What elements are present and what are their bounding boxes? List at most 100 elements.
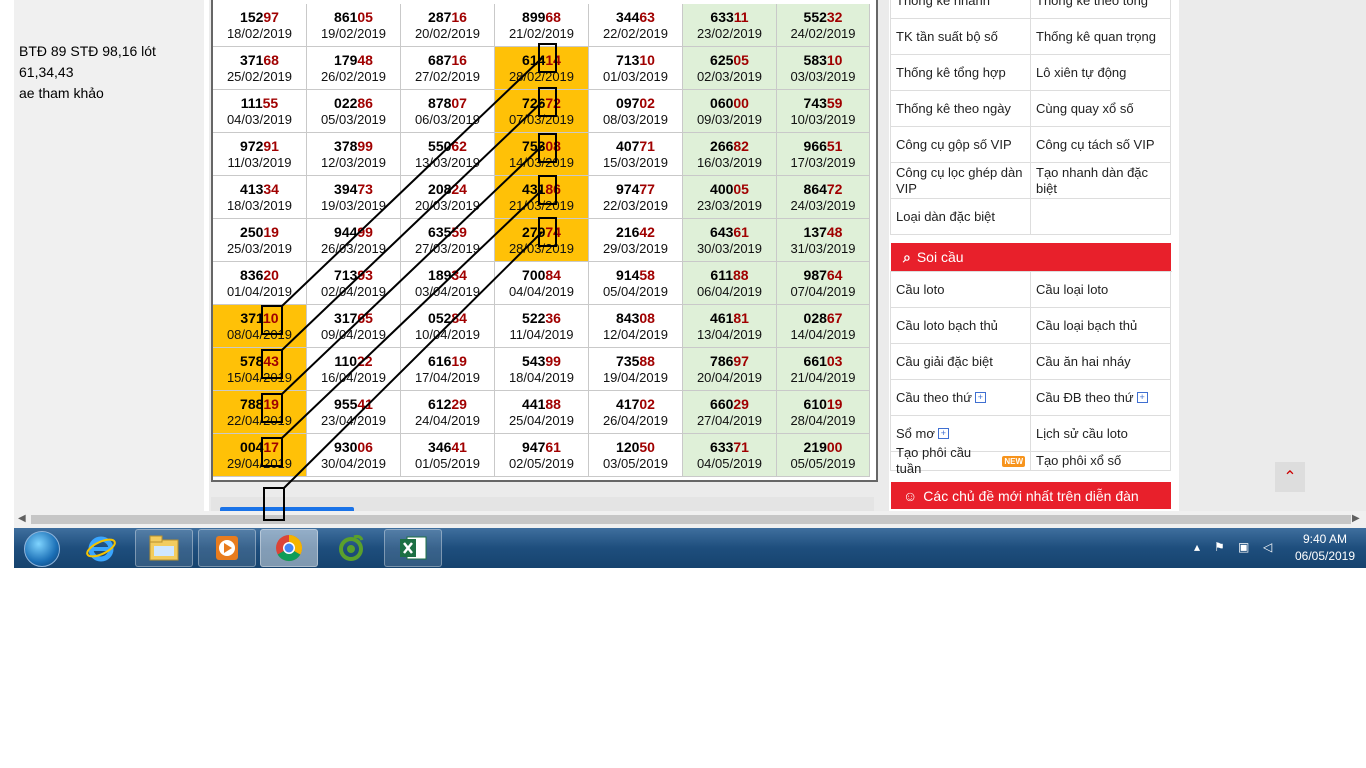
scroll-left-icon[interactable]: ◀ [18,513,26,524]
soi-cau-link[interactable]: Cầu theo thứ + [891,380,1031,416]
soi-cau-link[interactable]: Lịch sử cầu loto [1031,416,1171,452]
stats-link[interactable]: Lô xiên tự động [1031,55,1171,91]
result-cell: 54399 18/04/2019 [495,348,589,391]
action-center-icon[interactable]: ⚑ [1214,540,1225,554]
stats-link[interactable]: Công cụ lọc ghép dàn VIP [891,163,1031,199]
expand-plus-icon[interactable]: + [1136,392,1148,403]
result-cell: 41334 18/03/2019 [213,176,307,219]
stats-link[interactable]: TK tần suất bộ số [891,19,1031,55]
show-hidden-icons-icon[interactable]: ▴ [1194,540,1200,554]
result-number: 74359 [777,95,869,112]
soi-cau-link[interactable]: Cầu loại bạch thủ [1031,308,1171,344]
content-gutter [881,0,889,511]
soi-cau-link[interactable]: Cầu ăn hai nháy [1031,344,1171,380]
soi-cau-link[interactable]: Cầu loại loto [1031,272,1171,308]
result-number: 62505 [683,52,776,69]
result-cell: 61414 28/02/2019 [495,47,589,90]
clock-time: 9:40 AM [1302,532,1348,546]
chrome-icon[interactable] [260,529,318,567]
number-head: 687 [428,52,452,68]
coccoc-icon[interactable] [322,529,380,567]
result-date: 06/03/2019 [414,112,481,127]
stats-link[interactable]: Cùng quay xổ số [1031,91,1171,127]
expand-plus-icon[interactable]: + [937,428,949,439]
number-head: 616 [428,353,452,369]
number-tail: 50 [639,439,655,455]
result-date: 05/05/2019 [790,456,856,471]
scrollbar-thumb[interactable] [31,515,1351,524]
result-cell: 86472 24/03/2019 [777,176,870,219]
result-number: 70084 [495,267,588,284]
result-number: 87807 [401,95,494,112]
stats-link[interactable]: Công cụ gộp số VIP [891,127,1031,163]
number-tail: 71 [639,138,655,154]
stats-link[interactable]: Tạo nhanh dàn đặc biệt [1031,163,1171,199]
result-date: 24/04/2019 [414,413,481,428]
result-date: 14/04/2019 [790,327,856,342]
number-tail: 14 [545,52,561,68]
link-label: Lịch sử cầu loto [1036,425,1128,441]
result-number: 94761 [495,439,588,456]
result-number: 54399 [495,353,588,370]
result-date: 10/03/2019 [790,112,856,127]
result-date: 25/03/2019 [226,241,293,256]
soi-cau-link[interactable]: Cầu loto bạch thủ [891,308,1031,344]
link-label: Cầu giải đặc biệt [896,353,993,369]
soi-cau-link[interactable]: Tạo phôi cầu tuần NEW [891,445,1031,476]
number-head: 137 [803,224,827,240]
result-date: 12/04/2019 [602,327,669,342]
number-tail: 05 [357,9,373,25]
result-cell: 58310 03/03/2019 [777,47,870,90]
result-cell: 97477 22/03/2019 [589,176,683,219]
network-icon[interactable]: ▣ [1238,540,1249,554]
number-tail: 11 [733,9,749,25]
result-date: 21/04/2019 [790,370,856,385]
number-tail: 07 [451,95,467,111]
soi-cau-link[interactable]: Cầu giải đặc biệt [891,344,1031,380]
soi-cau-link[interactable]: Cầu loto [891,272,1031,308]
number-tail: 86 [545,181,561,197]
stats-link[interactable]: Thống kê theo tổng [1031,0,1171,19]
scroll-to-top-button[interactable]: ⌃ [1275,462,1305,492]
users-icon: ☺ [903,487,918,504]
stats-link[interactable]: Thống kê theo ngày [891,91,1031,127]
expand-plus-icon[interactable]: + [974,392,986,403]
number-head: 110 [334,353,357,369]
result-number: 66103 [777,353,869,370]
excel-icon[interactable] [384,529,442,567]
number-tail: 63 [639,9,655,25]
result-number: 26682 [683,138,776,155]
system-clock[interactable]: 9:40 AM 06/05/2019 [1290,531,1360,565]
soi-cau-link[interactable]: Tạo phôi xổ số [1031,452,1171,471]
result-cell: 62505 02/03/2019 [683,47,777,90]
result-cell: 78697 20/04/2019 [683,348,777,391]
result-number: 12050 [589,439,682,456]
scroll-right-icon[interactable]: ▶ [1352,513,1360,524]
number-tail: 88 [639,353,655,369]
internet-explorer-icon[interactable] [72,529,130,567]
number-tail: 72 [826,181,843,197]
media-player-icon[interactable] [198,529,256,567]
clock-date: 06/05/2019 [1294,549,1356,563]
result-cell: 61619 17/04/2019 [401,348,495,391]
volume-muted-icon[interactable]: ◁ [1263,540,1272,554]
result-number: 40005 [683,181,776,198]
stats-link[interactable]: Công cụ tách số VIP [1031,127,1171,163]
result-date: 12/03/2019 [320,155,387,170]
file-explorer-icon[interactable] [135,529,193,567]
number-tail: 08 [545,138,561,154]
result-number: 39473 [307,181,400,198]
number-head: 543 [522,353,546,369]
soi-cau-link[interactable]: Cầu ĐB theo thứ + [1031,380,1171,416]
stats-link[interactable]: Loại dàn đặc biệt [891,199,1031,235]
result-date: 16/04/2019 [320,370,387,385]
number-tail: 67 [826,310,843,326]
horizontal-scrollbar[interactable]: ◀ ▶ [14,511,1366,528]
start-button[interactable] [24,531,60,567]
result-number: 37110 [213,310,306,327]
stats-link[interactable]: Thống kê tổng hợp [891,55,1031,91]
stats-link[interactable]: Thống kê nhanh [891,0,1031,19]
result-date: 25/02/2019 [226,69,293,84]
stats-link[interactable]: Thống kê quan trọng [1031,19,1171,55]
number-tail: 84 [545,267,561,283]
